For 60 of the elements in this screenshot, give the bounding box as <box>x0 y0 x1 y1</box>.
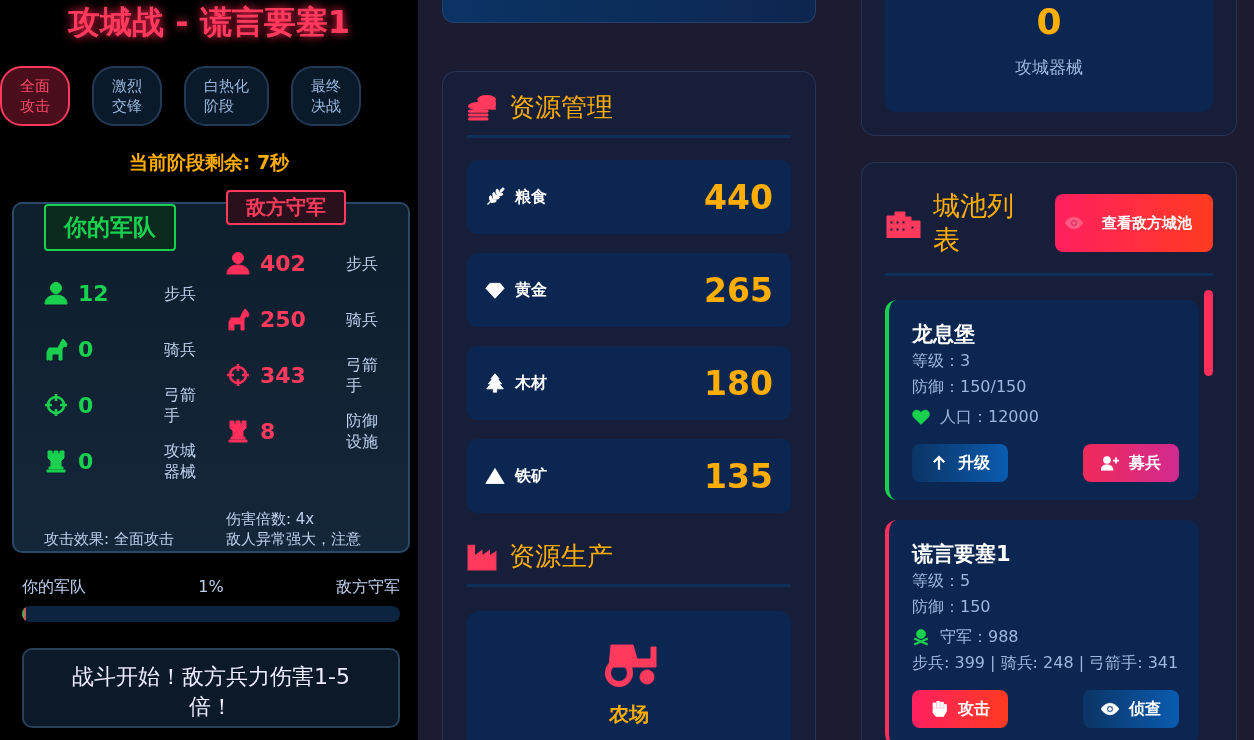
unit-label: 弓箭手 <box>346 354 379 396</box>
battle-note: 伤害倍数: 4x <box>226 509 316 529</box>
city-troops: 步兵: 399 | 骑兵: 248 | 弓箭手: 341 <box>912 652 1179 674</box>
unit-label: 骑兵 <box>164 338 197 360</box>
resource-amount: 440 <box>704 177 773 217</box>
battle-note: 攻击效果: 全面攻击 <box>44 529 175 549</box>
unit-count: 343 <box>260 362 307 388</box>
resource-name: 黄金 <box>515 279 547 301</box>
section-heading: 资源管理 <box>509 91 613 124</box>
city-stat: 守军：988 <box>940 626 1019 648</box>
battle-log: 战斗开始！敌方兵力伤害1-5倍！ <box>22 648 400 728</box>
city-name: 谎言要塞1 <box>912 541 1012 568</box>
city-stat: 人口：12000 <box>940 406 1039 428</box>
unit-count: 12 <box>78 280 110 306</box>
resource-amount: 180 <box>704 363 773 403</box>
unit-label: 防御设施 <box>346 410 379 452</box>
progress-percent: 1% <box>198 577 224 598</box>
view-enemy-cities-button[interactable]: 查看敌方城池 <box>1055 194 1213 252</box>
battle-note: 敌人异常强大，注意 <box>226 529 362 549</box>
page-title: 攻城战 - 谎言要塞1 <box>66 2 351 43</box>
unit-count: 0 <box>78 448 95 474</box>
unit-count: 8 <box>260 418 277 444</box>
progress-label: 敌方守军 <box>336 577 400 598</box>
city-level: 等级：5 <box>912 570 972 592</box>
army-heading: 你的军队 <box>44 204 176 251</box>
city-level: 等级：3 <box>912 350 972 372</box>
section-heading: 资源生产 <box>509 540 613 573</box>
unit-count: 0 <box>78 336 95 362</box>
unit-label: 步兵 <box>346 252 379 274</box>
city-defense: 防御：150 <box>912 596 992 618</box>
building-name: 农场 <box>609 701 649 728</box>
stat-label: 攻城器械 <box>1015 56 1083 79</box>
section-heading: 城池列表 <box>933 189 1015 257</box>
building-card[interactable]: 农场 <box>467 611 791 740</box>
city-name: 龙息堡 <box>912 321 976 348</box>
unit-label: 骑兵 <box>346 308 379 330</box>
resource-name: 粮食 <box>515 186 547 208</box>
upgrade-button[interactable]: 升级 <box>912 444 1008 482</box>
stat-value: 0 <box>1036 0 1062 44</box>
phase-tab[interactable]: 全面攻击 <box>0 66 70 126</box>
unit-label: 弓箭手 <box>164 384 197 426</box>
resource-name: 木材 <box>515 372 547 394</box>
progress-label: 你的军队 <box>22 577 86 598</box>
phase-timer: 当前阶段剩余: 7秒 <box>127 150 291 175</box>
phase-tab[interactable]: 白热化阶段 <box>184 66 269 126</box>
scout-button[interactable]: 侦查 <box>1083 690 1179 728</box>
recruit-button[interactable]: 募兵 <box>1083 444 1179 482</box>
resource-amount: 135 <box>704 456 773 496</box>
phase-tab[interactable]: 最终决战 <box>291 66 361 126</box>
resource-amount: 265 <box>704 270 773 310</box>
attack-button[interactable]: 攻击 <box>912 690 1008 728</box>
unit-label: 攻城器械 <box>164 440 197 482</box>
unit-count: 250 <box>260 306 307 332</box>
unit-count: 402 <box>260 250 307 276</box>
city-defense: 防御：150/150 <box>912 376 1028 398</box>
unit-label: 步兵 <box>164 282 197 304</box>
resource-name: 铁矿 <box>515 465 547 487</box>
phase-tab[interactable]: 激烈交锋 <box>92 66 162 126</box>
unit-count: 0 <box>78 392 95 418</box>
army-heading: 敌方守军 <box>226 190 346 225</box>
